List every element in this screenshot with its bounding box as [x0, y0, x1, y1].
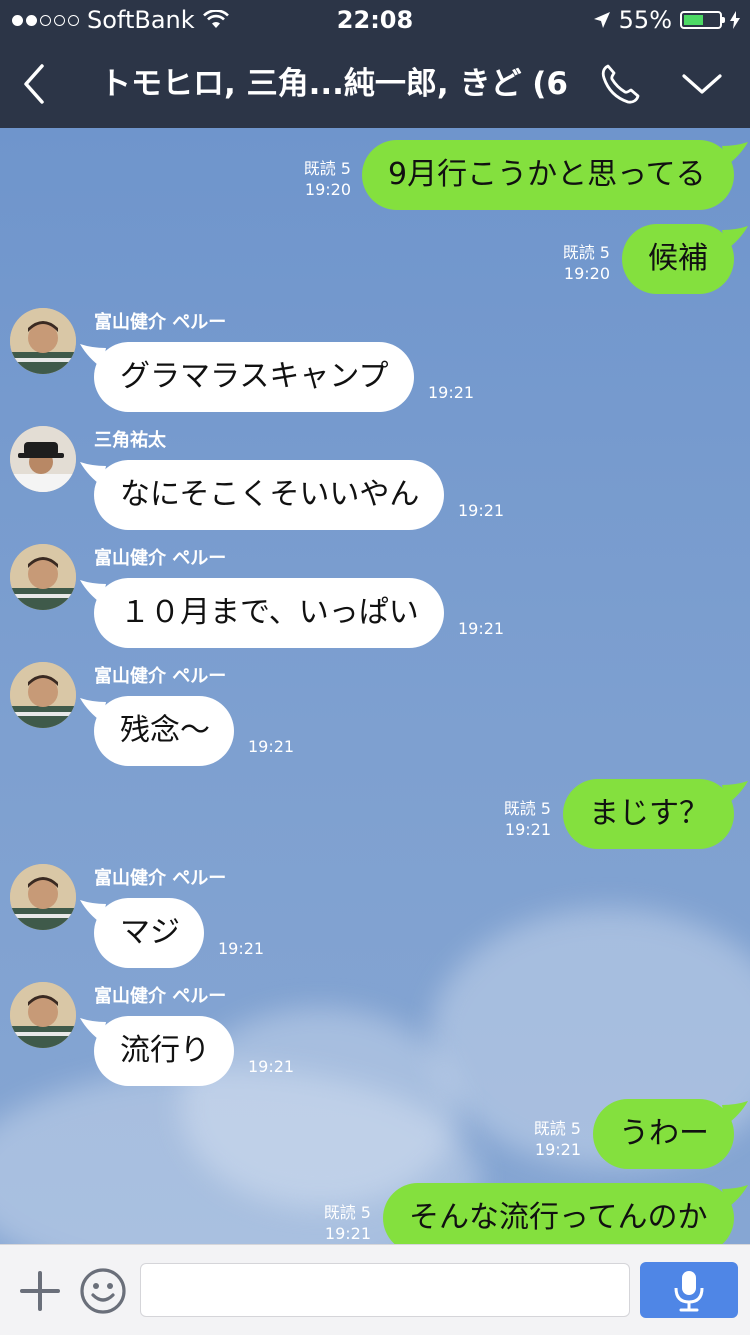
chat-title: トモヒロ, 三角...純一郎, きど (6) [100, 66, 570, 102]
sender-name: 富山健介 ペルー [94, 312, 227, 333]
charging-icon [730, 11, 740, 29]
status-right: 55% [593, 6, 740, 34]
message-meta: 既読 5 19:21 [306, 1202, 371, 1244]
bubble-tail [80, 900, 106, 924]
outgoing-message[interactable]: そんな流行ってんのか [383, 1183, 734, 1244]
message-time: 19:20 [304, 180, 351, 199]
message-list[interactable]: 既読 5 19:20 9月行こうかと思ってる 既読 5 19:20 候補 富山健… [0, 128, 750, 1244]
read-receipt: 既読 5 [303, 159, 351, 178]
bubble-tail [722, 142, 748, 166]
avatar[interactable] [10, 544, 76, 610]
bubble-tail [80, 344, 106, 368]
bubble-tail [80, 698, 106, 722]
status-bar: SoftBank 22:08 55% [0, 0, 750, 40]
avatar-photo [10, 982, 76, 1048]
message-time: 19:21 [458, 501, 505, 520]
emoji-icon [80, 1268, 126, 1314]
incoming-message[interactable]: 流行り [94, 1016, 234, 1086]
avatar-photo [10, 426, 76, 492]
sender-name: 富山健介 ペルー [94, 666, 227, 687]
back-icon [24, 64, 44, 104]
message-time: 19:21 [218, 939, 265, 958]
read-receipt: 既読 5 [503, 799, 551, 818]
outgoing-message[interactable]: うわー [593, 1099, 734, 1169]
message-meta: 既読 5 19:21 [516, 1118, 581, 1160]
menu-dropdown-button[interactable] [678, 60, 726, 108]
plus-icon [20, 1271, 60, 1311]
bubble-tail [722, 781, 748, 805]
sender-name: 富山健介 ペルー [94, 868, 227, 889]
location-arrow-icon [593, 12, 610, 28]
message-time: 19:21 [248, 737, 295, 756]
avatar-photo [10, 308, 76, 374]
voice-message-button[interactable] [640, 1262, 738, 1318]
outgoing-message[interactable]: まじす？ [563, 779, 734, 849]
incoming-message[interactable]: １０月まで、いっぱい [94, 578, 444, 648]
message-time: 19:20 [563, 264, 610, 283]
mic-icon [674, 1271, 704, 1312]
avatar[interactable] [10, 982, 76, 1048]
sticker-button[interactable] [78, 1266, 128, 1316]
back-button[interactable] [12, 60, 60, 108]
battery-percent: 55% [618, 6, 672, 34]
outgoing-message[interactable]: 候補 [622, 224, 734, 294]
avatar[interactable] [10, 662, 76, 728]
outgoing-message[interactable]: 9月行こうかと思ってる [362, 140, 734, 210]
sender-name: 富山健介 ペルー [94, 986, 227, 1007]
bubble-tail [722, 226, 748, 250]
bubble-tail [722, 1101, 748, 1125]
bubble-tail [80, 580, 106, 604]
message-meta: 既読 5 19:20 [545, 242, 610, 284]
phone-icon [601, 64, 640, 104]
message-input[interactable] [140, 1263, 630, 1317]
incoming-message[interactable]: グラマラスキャンプ [94, 342, 414, 412]
message-time: 19:21 [428, 383, 475, 402]
bubble-tail [80, 462, 106, 486]
message-time: 19:21 [324, 1224, 371, 1243]
incoming-message[interactable]: マジ [94, 898, 204, 968]
call-button[interactable] [596, 60, 644, 108]
chevron-down-icon [682, 74, 722, 94]
avatar[interactable] [10, 426, 76, 492]
chat-header: トモヒロ, 三角...純一郎, きど (6) [0, 40, 750, 128]
avatar-photo [10, 544, 76, 610]
battery-icon [680, 11, 725, 29]
bubble-tail [80, 1018, 106, 1042]
sender-name: 富山健介 ペルー [94, 548, 227, 569]
message-meta: 既読 5 19:21 [486, 798, 551, 840]
avatar-photo [10, 662, 76, 728]
incoming-message[interactable]: なにそこくそいいやん [94, 460, 444, 530]
read-receipt: 既読 5 [533, 1119, 581, 1138]
message-time: 19:21 [534, 1140, 581, 1159]
avatar[interactable] [10, 864, 76, 930]
add-attachment-button[interactable] [16, 1267, 64, 1315]
message-input-bar [0, 1244, 750, 1335]
incoming-message[interactable]: 残念〜 [94, 696, 234, 766]
avatar-photo [10, 864, 76, 930]
bubble-tail [722, 1185, 748, 1209]
sender-name: 三角祐太 [94, 430, 166, 451]
message-time: 19:21 [248, 1057, 295, 1076]
read-receipt: 既読 5 [562, 243, 610, 262]
message-time: 19:21 [458, 619, 505, 638]
message-time: 19:21 [504, 820, 551, 839]
read-receipt: 既読 5 [323, 1203, 371, 1222]
message-meta: 既読 5 19:20 [286, 158, 351, 200]
avatar[interactable] [10, 308, 76, 374]
